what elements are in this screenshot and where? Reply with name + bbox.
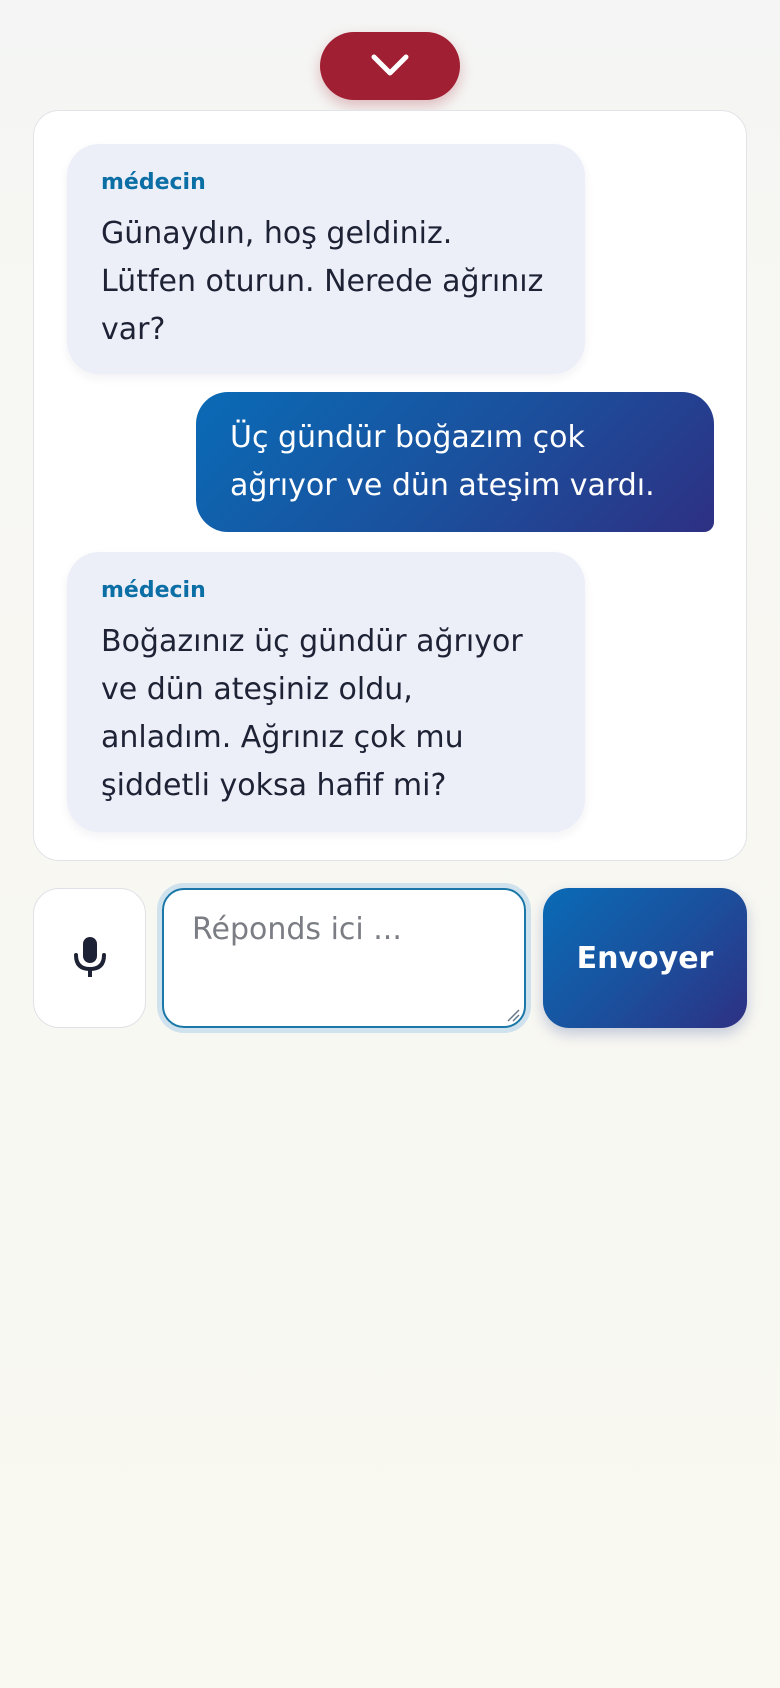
reply-input-wrapper: [162, 888, 526, 1028]
chat-panel: médecin Günaydın, hoş geldiniz. Lütfen o…: [33, 110, 747, 861]
collapse-chat-button[interactable]: [320, 32, 460, 100]
message-text: Üç gündür boğazım çok ağrıyor ve dün ate…: [230, 420, 655, 503]
bot-message: médecin Günaydın, hoş geldiniz. Lütfen o…: [67, 144, 585, 374]
microphone-button[interactable]: [33, 888, 146, 1028]
message-sender: médecin: [101, 578, 206, 603]
send-button[interactable]: Envoyer: [543, 888, 747, 1028]
resize-handle-icon[interactable]: [506, 1008, 520, 1022]
user-message: Üç gündür boğazım çok ağrıyor ve dün ate…: [196, 392, 714, 532]
microphone-icon: [73, 937, 106, 977]
message-text: Boğazınız üç gündür ağrıyor ve dün ateşi…: [101, 624, 523, 803]
reply-input[interactable]: [162, 888, 526, 1028]
message-text: Günaydın, hoş geldiniz. Lütfen oturun. N…: [101, 216, 544, 347]
message-sender: médecin: [101, 170, 206, 195]
chevron-down-icon: [371, 54, 409, 76]
bot-message: médecin Boğazınız üç gündür ağrıyor ve d…: [67, 552, 585, 832]
